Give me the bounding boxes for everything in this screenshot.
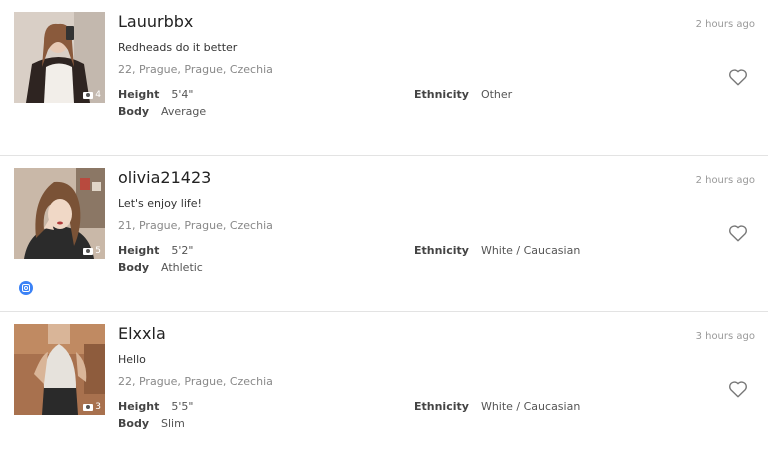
profile-list: 4 Lauurbbx Redheads do it better 22, Pra… [0,0,768,454]
height-label: Height [118,244,160,257]
profile-photo[interactable]: 4 [14,12,105,103]
body-value: Slim [161,417,185,430]
ethnicity-label: Ethnicity [414,400,469,413]
body-value: Average [161,105,207,118]
body-row: Body Athletic [118,261,203,274]
ethnicity-row: Ethnicity White / Caucasian [414,400,580,413]
tagline: Hello [118,353,146,366]
favorite-heart-icon[interactable] [727,378,749,400]
location: 21, Prague, Prague, Czechia [118,219,273,232]
last-active-time: 3 hours ago [695,331,755,342]
favorite-heart-icon[interactable] [727,222,749,244]
height-row: Height 5'5" [118,400,194,413]
ethnicity-label: Ethnicity [414,244,469,257]
tagline: Redheads do it better [118,41,238,54]
profile-card[interactable]: 4 Lauurbbx Redheads do it better 22, Pra… [0,0,768,156]
camera-icon [83,247,94,255]
height-label: Height [118,400,160,413]
body-label: Body [118,105,149,118]
ethnicity-row: Ethnicity White / Caucasian [414,244,580,257]
body-label: Body [118,261,149,274]
camera-icon [83,91,94,99]
location: 22, Prague, Prague, Czechia [118,375,273,388]
ethnicity-value: White / Caucasian [480,400,581,413]
height-value: 5'4" [171,88,194,101]
favorite-heart-icon[interactable] [727,66,749,88]
body-row: Body Average [118,105,206,118]
photo-count: 3 [83,402,101,412]
ethnicity-value: White / Caucasian [480,244,581,257]
last-active-time: 2 hours ago [695,19,755,30]
body-value: Athletic [161,261,203,274]
instagram-icon[interactable] [19,281,33,295]
photo-count: 5 [83,246,101,256]
profile-card[interactable]: 5 olivia21423 Let's enjoy life! 21, Prag… [0,156,768,312]
profile-card[interactable]: 3 Elxxla Hello 22, Prague, Prague, Czech… [0,312,768,454]
profile-photo[interactable]: 3 [14,324,105,415]
username[interactable]: Elxxla [118,324,166,343]
height-row: Height 5'2" [118,244,194,257]
username[interactable]: olivia21423 [118,168,211,187]
last-active-time: 2 hours ago [695,175,755,186]
location: 22, Prague, Prague, Czechia [118,63,273,76]
photo-count: 4 [83,90,101,100]
height-value: 5'2" [171,244,194,257]
ethnicity-value: Other [480,88,513,101]
body-label: Body [118,417,149,430]
ethnicity-row: Ethnicity Other [414,88,512,101]
height-value: 5'5" [171,400,194,413]
height-label: Height [118,88,160,101]
body-row: Body Slim [118,417,185,430]
height-row: Height 5'4" [118,88,194,101]
tagline: Let's enjoy life! [118,197,202,210]
username[interactable]: Lauurbbx [118,12,193,31]
ethnicity-label: Ethnicity [414,88,469,101]
camera-icon [83,403,94,411]
profile-photo[interactable]: 5 [14,168,105,259]
